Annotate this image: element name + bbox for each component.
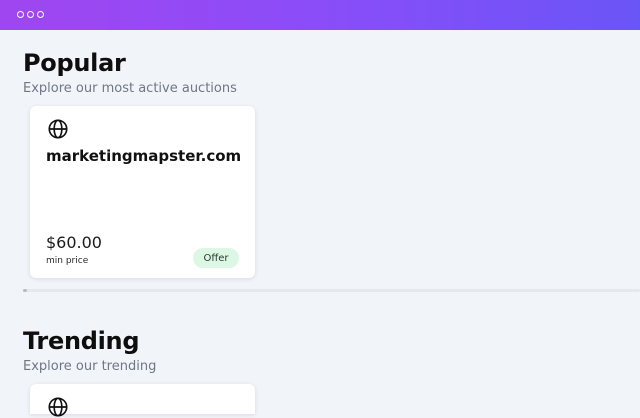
domain-name[interactable]: marketingmapster.com bbox=[46, 147, 241, 165]
horizontal-scrollbar[interactable] bbox=[23, 289, 640, 292]
popular-section-title: Popular bbox=[23, 49, 126, 77]
scrollbar-thumb[interactable] bbox=[23, 289, 27, 292]
trending-section-title: Trending bbox=[23, 327, 140, 355]
domain-card[interactable]: marketingmapster.com $60.00 min price Of… bbox=[30, 106, 255, 278]
globe-icon bbox=[48, 119, 68, 139]
min-price-value: $60.00 bbox=[46, 233, 102, 252]
trending-section-subtitle: Explore our trending bbox=[23, 359, 157, 374]
globe-icon bbox=[48, 397, 68, 417]
window-dot-icon[interactable] bbox=[17, 11, 24, 18]
top-bar bbox=[0, 0, 640, 30]
window-dot-icon[interactable] bbox=[37, 11, 44, 18]
min-price-label: min price bbox=[46, 256, 89, 266]
window-controls[interactable] bbox=[17, 11, 44, 18]
popular-section-subtitle: Explore our most active auctions bbox=[23, 81, 237, 96]
domain-card[interactable] bbox=[30, 384, 255, 417]
window-dot-icon[interactable] bbox=[27, 11, 34, 18]
offer-button[interactable]: Offer bbox=[193, 248, 239, 268]
